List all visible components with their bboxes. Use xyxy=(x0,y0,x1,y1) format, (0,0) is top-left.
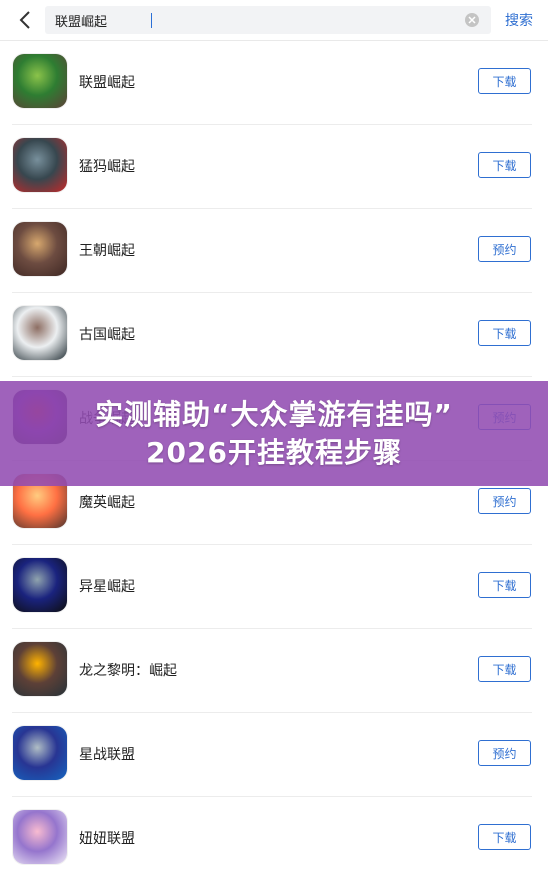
chevron-left-icon xyxy=(19,11,30,29)
download-button[interactable]: 下载 xyxy=(478,68,531,94)
download-button[interactable]: 下载 xyxy=(478,824,531,850)
reserve-button[interactable]: 预约 xyxy=(478,488,531,514)
app-name[interactable]: 妞妞联盟 xyxy=(79,828,135,848)
anime-girl-icon[interactable] xyxy=(13,810,67,864)
app-list-item[interactable]: 猛犸崛起 下载 xyxy=(12,125,532,209)
app-name[interactable]: 魔英崛起 xyxy=(79,492,135,512)
app-name[interactable]: 星战联盟 xyxy=(79,744,135,764)
app-list-item[interactable]: 王朝崛起 预约 xyxy=(12,209,532,293)
search-box[interactable] xyxy=(45,6,491,34)
search-header: 搜索 xyxy=(0,0,548,41)
reserve-button[interactable]: 预约 xyxy=(478,740,531,766)
download-button[interactable]: 下载 xyxy=(478,656,531,682)
close-icon xyxy=(468,16,476,24)
app-list-item[interactable]: 古国崛起 下载 xyxy=(12,293,532,377)
mammoth-icon[interactable] xyxy=(13,138,67,192)
star-cannon-icon[interactable] xyxy=(13,726,67,780)
text-cursor xyxy=(151,13,152,28)
banner-line-2: 2026开挂教程步骤 xyxy=(146,435,402,469)
reserve-button[interactable]: 预约 xyxy=(478,236,531,262)
app-name[interactable]: 猛犸崛起 xyxy=(79,156,135,176)
horseman-icon[interactable] xyxy=(13,222,67,276)
shield-warrior-icon[interactable] xyxy=(13,642,67,696)
clear-search-button[interactable] xyxy=(465,13,479,27)
app-list-item[interactable]: 龙之黎明：崛起 下载 xyxy=(12,629,532,713)
app-name[interactable]: 王朝崛起 xyxy=(79,240,135,260)
download-button[interactable]: 下载 xyxy=(478,572,531,598)
app-name[interactable]: 联盟崛起 xyxy=(79,72,135,92)
general-icon[interactable] xyxy=(13,306,67,360)
spaceship-icon[interactable] xyxy=(13,558,67,612)
search-button[interactable]: 搜索 xyxy=(505,10,533,30)
back-button[interactable] xyxy=(14,9,36,31)
app-list-item[interactable]: 异星崛起 下载 xyxy=(12,545,532,629)
app-list-item[interactable]: 星战联盟 预约 xyxy=(12,713,532,797)
app-list-item[interactable]: 联盟崛起 下载 xyxy=(12,41,532,125)
app-name[interactable]: 龙之黎明：崛起 xyxy=(79,660,177,680)
banner-line-1: 实测辅助“大众掌游有挂吗” xyxy=(95,397,453,431)
search-input[interactable] xyxy=(55,6,455,34)
download-button[interactable]: 下载 xyxy=(478,320,531,346)
orc-warrior-icon[interactable] xyxy=(13,54,67,108)
app-name[interactable]: 古国崛起 xyxy=(79,324,135,344)
download-button[interactable]: 下载 xyxy=(478,152,531,178)
app-name[interactable]: 异星崛起 xyxy=(79,576,135,596)
promo-banner-overlay: 实测辅助“大众掌游有挂吗” 2026开挂教程步骤 xyxy=(0,381,548,486)
